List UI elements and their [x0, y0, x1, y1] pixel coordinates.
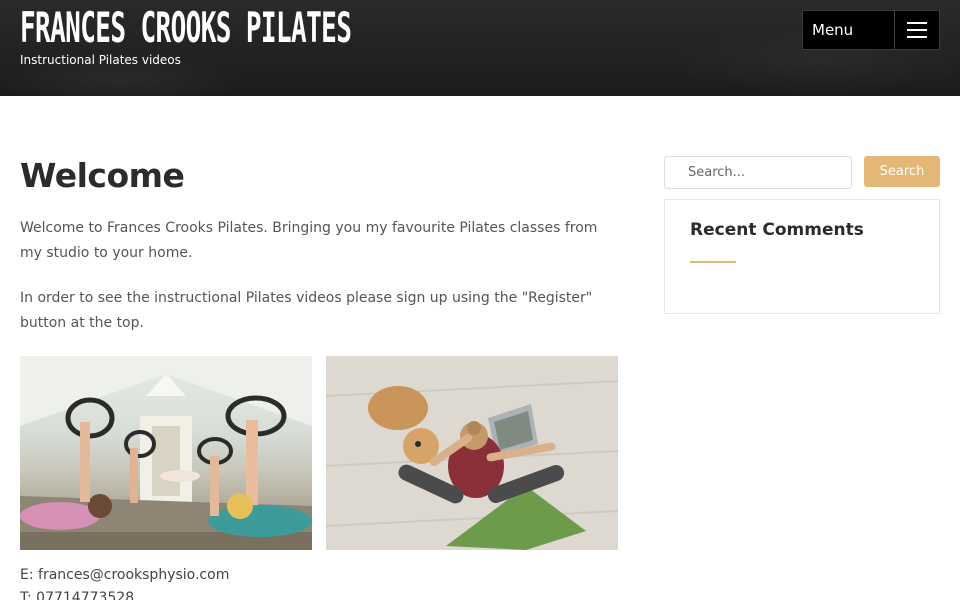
menu-label: Menu	[803, 11, 895, 49]
widget-title-underline	[690, 261, 736, 263]
contact-email: E: frances@crooksphysio.com	[20, 567, 230, 583]
register-paragraph: In order to see the instructional Pilate…	[20, 290, 593, 331]
recent-comments-title: Recent Comments	[690, 220, 864, 240]
menu-button[interactable]: Menu	[802, 10, 940, 50]
pilates-class-photo	[20, 356, 312, 550]
site-tagline: Instructional Pilates videos	[20, 53, 181, 67]
hamburger-icon[interactable]	[895, 11, 939, 49]
contact-phone: T: 07714773528	[20, 590, 135, 600]
recent-comments-widget: Recent Comments	[664, 199, 940, 314]
search-button[interactable]: Search	[864, 156, 940, 187]
site-title[interactable]: FRANCES CROOKS PILATES	[20, 6, 352, 50]
page-title: Welcome	[20, 156, 185, 195]
welcome-paragraph: Welcome to Frances Crooks Pilates. Bring…	[20, 220, 598, 261]
site-header: FRANCES CROOKS PILATES Instructional Pil…	[0, 0, 960, 96]
search-input[interactable]	[664, 156, 852, 189]
home-pilates-photo	[326, 356, 618, 550]
